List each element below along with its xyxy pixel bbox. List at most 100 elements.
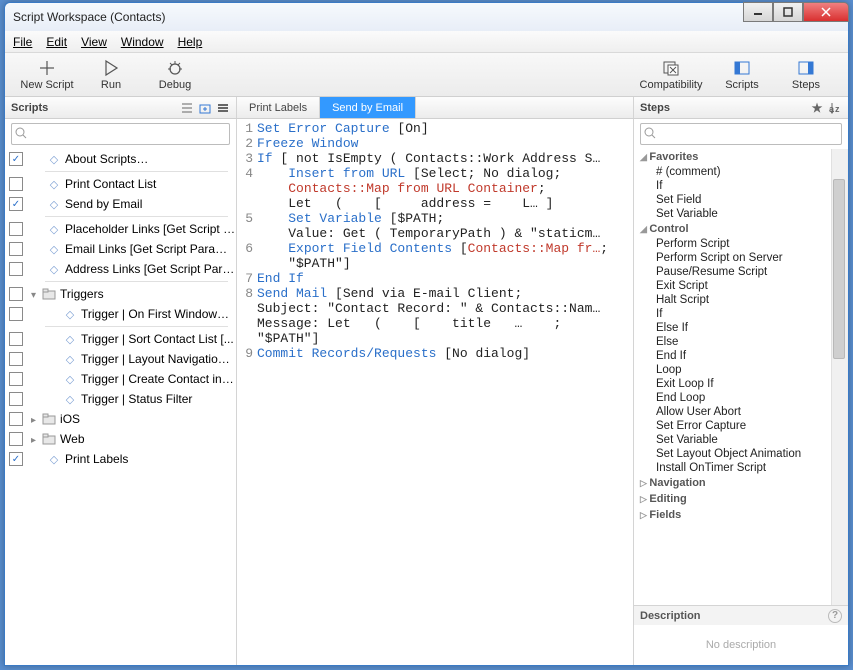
code-line[interactable]: Message: Let ( [ title … ;	[257, 316, 633, 331]
new-folder-icon[interactable]	[198, 101, 212, 115]
checkbox[interactable]	[9, 177, 23, 191]
compatibility-button[interactable]: Compatibility	[632, 59, 710, 91]
checkbox[interactable]	[9, 432, 23, 446]
step-item[interactable]: Set Variable	[634, 433, 847, 447]
checkbox[interactable]	[9, 332, 23, 346]
step-item[interactable]: Set Error Capture	[634, 419, 847, 433]
checkbox[interactable]	[9, 412, 23, 426]
step-item[interactable]: If	[634, 179, 847, 193]
checkbox[interactable]	[9, 287, 23, 301]
step-item[interactable]: Install OnTimer Script	[634, 461, 847, 475]
code-line[interactable]: "$PATH"]	[257, 331, 633, 346]
script-item[interactable]: ◇Address Links [Get Script Para…	[5, 259, 236, 279]
script-item[interactable]: ◇Trigger | Create Contact in…	[5, 369, 236, 389]
checkbox[interactable]	[9, 307, 23, 321]
code-line[interactable]: Set Error Capture [On]	[257, 121, 633, 136]
new-script-button[interactable]: New Script	[15, 59, 79, 91]
checkbox[interactable]	[9, 352, 23, 366]
step-item[interactable]: Else If	[634, 321, 847, 335]
script-item[interactable]: ◇Placeholder Links [Get Script P…	[5, 219, 236, 239]
step-item[interactable]: Halt Script	[634, 293, 847, 307]
steps-search-input[interactable]	[640, 123, 842, 145]
step-item[interactable]: Set Layout Object Animation	[634, 447, 847, 461]
step-group-favorites[interactable]: Favorites	[634, 149, 847, 165]
step-item[interactable]: Else	[634, 335, 847, 349]
script-item[interactable]: ◇Email Links [Get Script Paramet…	[5, 239, 236, 259]
script-editor[interactable]: 1Set Error Capture [On]2Freeze Window3If…	[237, 119, 633, 665]
checkbox[interactable]: ✓	[9, 152, 23, 166]
code-line[interactable]: Let ( [ address = L… ]	[257, 196, 633, 211]
step-item[interactable]: End If	[634, 349, 847, 363]
code-line[interactable]: Set Variable [$PATH;	[257, 211, 633, 226]
folder-item[interactable]: Triggers	[5, 284, 236, 304]
folder-item[interactable]: iOS	[5, 409, 236, 429]
step-item[interactable]: Exit Script	[634, 279, 847, 293]
checkbox[interactable]	[9, 372, 23, 386]
code-line[interactable]: Contacts::Map from URL Container;	[257, 181, 633, 196]
menu-help[interactable]: Help	[178, 35, 203, 49]
tab-send-by-email[interactable]: Send by Email	[320, 97, 416, 118]
step-item[interactable]: Pause/Resume Script	[634, 265, 847, 279]
step-item[interactable]: Loop	[634, 363, 847, 377]
step-item[interactable]: If	[634, 307, 847, 321]
code-line[interactable]: Value: Get ( TemporaryPath ) & "staticm…	[257, 226, 633, 241]
code-line[interactable]: Export Field Contents [Contacts::Map fr……	[257, 241, 633, 256]
list-view-icon[interactable]	[180, 101, 194, 115]
code-line[interactable]: Freeze Window	[257, 136, 633, 151]
code-line[interactable]: Subject: "Contact Record: " & Contacts::…	[257, 301, 633, 316]
steps-toggle[interactable]: Steps	[774, 59, 838, 91]
tab-print-labels[interactable]: Print Labels	[237, 97, 320, 118]
step-item[interactable]: Set Variable	[634, 207, 847, 221]
script-item[interactable]: ◇Print Contact List	[5, 174, 236, 194]
checkbox[interactable]: ✓	[9, 197, 23, 211]
checkbox[interactable]	[9, 392, 23, 406]
scrollbar[interactable]	[831, 149, 847, 605]
menu-edit[interactable]: Edit	[46, 35, 67, 49]
close-button[interactable]	[803, 2, 849, 22]
code-line[interactable]: End If	[257, 271, 633, 286]
menu-file[interactable]: File	[13, 35, 32, 49]
code-line[interactable]: Insert from URL [Select; No dialog;	[257, 166, 633, 181]
checkbox[interactable]	[9, 262, 23, 276]
maximize-button[interactable]	[773, 2, 803, 22]
checkbox[interactable]: ✓	[9, 452, 23, 466]
step-item[interactable]: Allow User Abort	[634, 405, 847, 419]
script-item[interactable]: ◇Trigger | Sort Contact List [...	[5, 329, 236, 349]
help-icon[interactable]: ?	[828, 609, 842, 623]
script-item[interactable]: ✓◇Print Labels	[5, 449, 236, 469]
scripts-search-input[interactable]	[11, 123, 230, 145]
step-group-control[interactable]: Control	[634, 221, 847, 237]
code-line[interactable]: Commit Records/Requests [No dialog]	[257, 346, 633, 361]
step-item[interactable]: End Loop	[634, 391, 847, 405]
code-line[interactable]: Send Mail [Send via E-mail Client;	[257, 286, 633, 301]
disclosure-triangle-icon[interactable]	[31, 412, 38, 426]
code-line[interactable]: If [ not IsEmpty ( Contacts::Work Addres…	[257, 151, 633, 166]
script-item[interactable]: ✓◇About Scripts…	[5, 149, 236, 169]
script-item[interactable]: ◇Trigger | On First Window…	[5, 304, 236, 324]
step-item[interactable]: Set Field	[634, 193, 847, 207]
folder-item[interactable]: Web	[5, 429, 236, 449]
scripts-toggle[interactable]: Scripts	[710, 59, 774, 91]
debug-button[interactable]: Debug	[143, 59, 207, 91]
step-item[interactable]: Perform Script	[634, 237, 847, 251]
step-item[interactable]: Exit Loop If	[634, 377, 847, 391]
script-item[interactable]: ◇Trigger | Status Filter	[5, 389, 236, 409]
run-button[interactable]: Run	[79, 59, 143, 91]
menu-view[interactable]: View	[81, 35, 107, 49]
menu-icon[interactable]	[216, 101, 230, 115]
step-group-navigation[interactable]: Navigation	[634, 475, 847, 491]
disclosure-triangle-icon[interactable]	[31, 287, 38, 301]
favorite-icon[interactable]: ★	[810, 101, 824, 115]
script-item[interactable]: ◇Trigger | Layout Navigation…	[5, 349, 236, 369]
sort-icon[interactable]: az	[828, 101, 842, 115]
menu-window[interactable]: Window	[121, 35, 164, 49]
step-item[interactable]: # (comment)	[634, 165, 847, 179]
checkbox[interactable]	[9, 222, 23, 236]
script-item[interactable]: ✓◇Send by Email	[5, 194, 236, 214]
disclosure-triangle-icon[interactable]	[31, 432, 38, 446]
step-group-fields[interactable]: Fields	[634, 507, 847, 523]
step-group-editing[interactable]: Editing	[634, 491, 847, 507]
code-line[interactable]: "$PATH"]	[257, 256, 633, 271]
checkbox[interactable]	[9, 242, 23, 256]
steps-list[interactable]: Favorites# (comment)IfSet FieldSet Varia…	[634, 149, 848, 605]
